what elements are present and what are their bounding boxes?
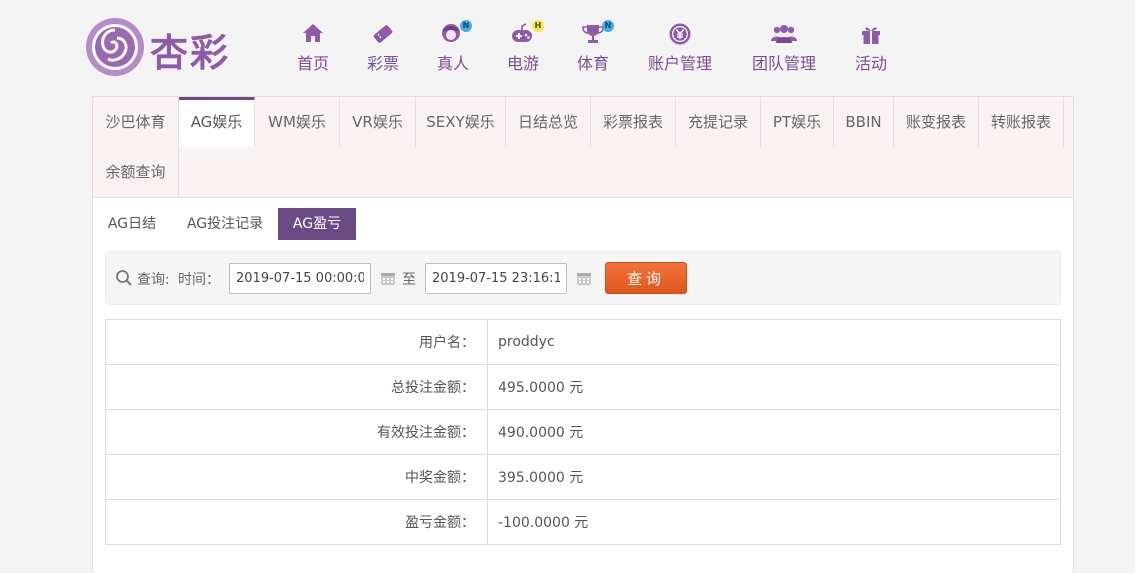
brand-logo[interactable]: 杏彩: [84, 16, 236, 78]
row-value: 490.0000 元: [487, 409, 1061, 455]
tab-ag[interactable]: AG娱乐: [179, 97, 255, 147]
gamepad-icon: H: [502, 20, 544, 46]
nav-egame[interactable]: H 电游: [502, 20, 544, 74]
nav-live-label: 真人: [436, 54, 469, 73]
team-icon: [748, 22, 820, 46]
tab-transfer-report[interactable]: 转账报表: [979, 97, 1064, 147]
nav-activity-label: 活动: [854, 54, 887, 73]
new-badge: N: [602, 20, 614, 32]
query-button[interactable]: 查询: [605, 262, 687, 294]
row-key: 有效投注金额：: [105, 409, 488, 455]
tab-sexy[interactable]: SEXY娱乐: [416, 97, 506, 147]
row-key: 用户名：: [105, 319, 488, 365]
calendar-icon[interactable]: [576, 270, 592, 286]
tab-daily-overview[interactable]: 日结总览: [506, 97, 591, 147]
home-icon: [292, 22, 334, 46]
table-row: 用户名： proddyc: [105, 319, 1061, 365]
subtab-ag-daily[interactable]: AG日结: [99, 208, 165, 240]
subtab-ag-profit-loss[interactable]: AG盈亏: [278, 208, 356, 240]
search-icon: [116, 270, 132, 286]
tab-vr[interactable]: VR娱乐: [340, 97, 416, 147]
site-header: 杏彩 首页 彩票 N 真人 H 电游 N 体育 账户管理 团队管理 活动: [0, 0, 1135, 92]
nav-team[interactable]: 团队管理: [748, 22, 820, 74]
nav-account-label: 账户管理: [647, 54, 712, 73]
report-panel: 沙巴体育 AG娱乐 WM娱乐 VR娱乐 SEXY娱乐 日结总览 彩票报表 充提记…: [92, 96, 1074, 573]
table-row: 中奖金额： 395.0000 元: [105, 454, 1061, 500]
row-key: 中奖金额：: [105, 454, 488, 500]
end-date-input[interactable]: [425, 263, 567, 294]
tab-deposit-withdraw[interactable]: 充提记录: [676, 97, 761, 147]
query-bar: 查询: 时间： 至 查询: [105, 251, 1061, 305]
nav-team-label: 团队管理: [751, 54, 816, 73]
tab-balance-query[interactable]: 余额查询: [93, 147, 179, 197]
tab-pt[interactable]: PT娱乐: [761, 97, 834, 147]
start-date-input[interactable]: [229, 263, 371, 294]
table-row: 盈亏金额： -100.0000 元: [105, 499, 1061, 545]
subtab-ag-bet-records[interactable]: AG投注记录: [181, 208, 269, 240]
gift-icon: [850, 22, 892, 46]
report-tabbar: 沙巴体育 AG娱乐 WM娱乐 VR娱乐 SEXY娱乐 日结总览 彩票报表 充提记…: [93, 97, 1073, 198]
table-row: 总投注金额： 495.0000 元: [105, 364, 1061, 410]
nav-activity[interactable]: 活动: [850, 22, 892, 74]
nav-account[interactable]: 账户管理: [644, 22, 716, 74]
nav-sports-label: 体育: [576, 54, 609, 73]
row-value: 495.0000 元: [487, 364, 1061, 410]
logo-emblem-icon: [86, 18, 144, 76]
tab-saba-sports[interactable]: 沙巴体育: [93, 97, 179, 147]
nav-home-label: 首页: [296, 54, 329, 73]
result-table: 用户名： proddyc 总投注金额： 495.0000 元 有效投注金额： 4…: [105, 319, 1061, 545]
to-label: 至: [402, 272, 416, 288]
row-value: -100.0000 元: [487, 499, 1061, 545]
time-label: 时间：: [178, 272, 220, 288]
nav-lottery-label: 彩票: [366, 54, 399, 73]
trophy-icon: N: [572, 20, 614, 46]
row-key: 盈亏金额：: [105, 499, 488, 545]
query-label: 查询:: [137, 272, 170, 288]
nav-egame-label: 电游: [506, 54, 539, 73]
yen-coin-icon: [644, 22, 716, 46]
nav-lottery[interactable]: 彩票: [362, 22, 404, 74]
tab-wm[interactable]: WM娱乐: [255, 97, 340, 147]
hot-badge: H: [532, 20, 544, 32]
lottery-ticket-icon: [362, 22, 404, 46]
nav-home[interactable]: 首页: [292, 22, 334, 74]
tab-balance-change[interactable]: 账变报表: [894, 97, 979, 147]
row-value: 395.0000 元: [487, 454, 1061, 500]
row-key: 总投注金额：: [105, 364, 488, 410]
tab-bbin[interactable]: BBIN: [834, 97, 894, 147]
nav-sports[interactable]: N 体育: [572, 20, 614, 74]
calendar-icon[interactable]: [380, 270, 396, 286]
live-dealer-icon: N: [432, 20, 474, 46]
new-badge: N: [460, 20, 472, 32]
nav-live[interactable]: N 真人: [432, 20, 474, 74]
tab-lottery-report[interactable]: 彩票报表: [591, 97, 676, 147]
table-row: 有效投注金额： 490.0000 元: [105, 409, 1061, 455]
brand-name: 杏彩: [150, 30, 231, 75]
row-value: proddyc: [487, 319, 1061, 365]
